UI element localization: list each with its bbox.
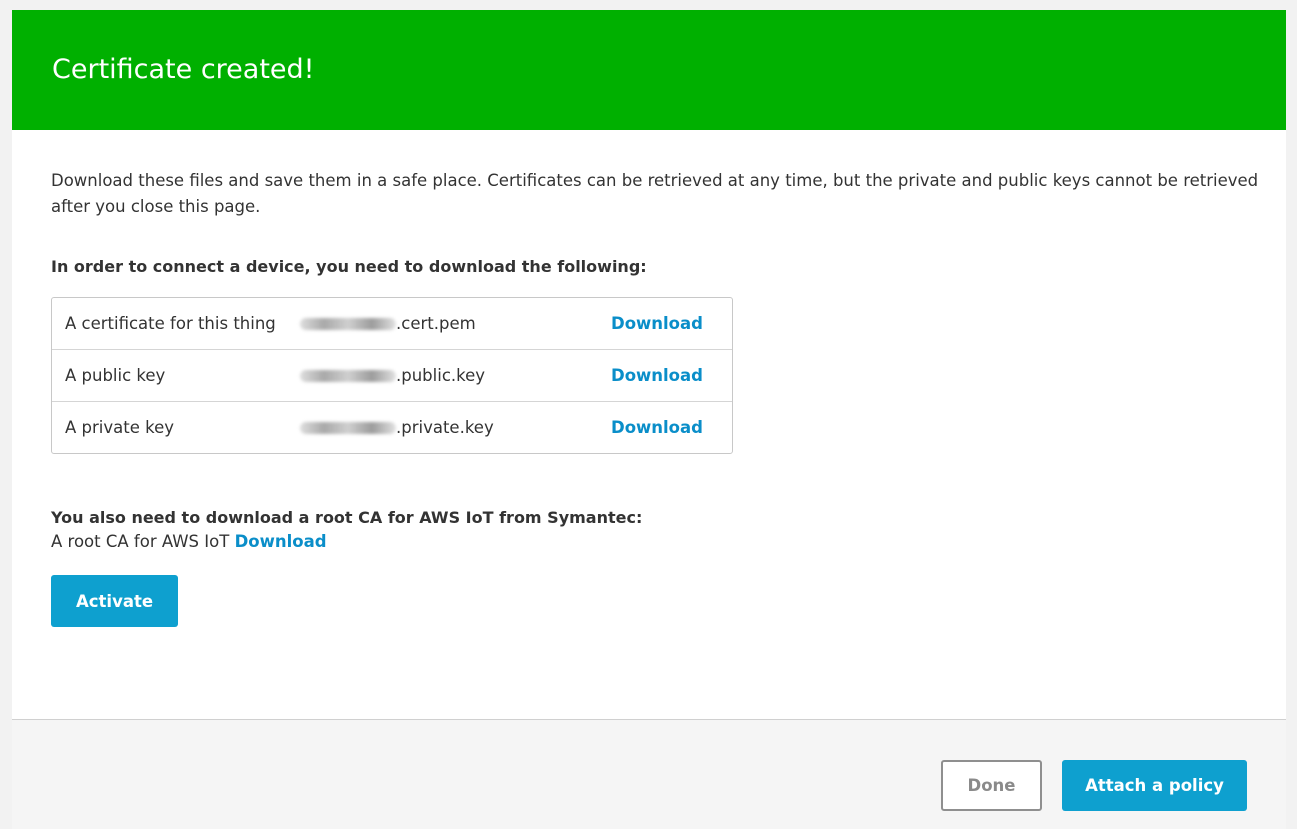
activate-button[interactable]: Activate <box>51 575 178 627</box>
table-row: A certificate for this thing .cert.pem D… <box>52 298 732 349</box>
done-button[interactable]: Done <box>941 760 1042 811</box>
intro-text: Download these files and save them in a … <box>51 171 1259 216</box>
root-ca-line: A root CA for AWS IoT Download <box>51 531 327 553</box>
table-row: A public key .public.key Download <box>52 349 732 401</box>
card-body: Download these files and save them in a … <box>12 130 1286 719</box>
file-suffix: .cert.pem <box>396 314 476 333</box>
footer-bar: Done Attach a policy <box>12 719 1286 829</box>
file-name: .public.key <box>300 366 611 385</box>
download-root-ca-link[interactable]: Download <box>235 532 327 551</box>
success-banner: Certificate created! <box>12 10 1286 130</box>
redacted-filename <box>300 421 396 434</box>
page-title: Certificate created! <box>52 54 315 85</box>
redacted-filename <box>300 369 396 382</box>
file-name: .cert.pem <box>300 314 611 333</box>
file-description: A private key <box>65 418 174 437</box>
root-ca-section-title: You also need to download a root CA for … <box>51 508 643 527</box>
file-description: A public key <box>65 366 166 385</box>
download-certificate-link[interactable]: Download <box>611 314 703 333</box>
file-description: A certificate for this thing <box>65 314 276 333</box>
file-suffix: .public.key <box>396 366 486 385</box>
download-private-key-link[interactable]: Download <box>611 418 703 437</box>
certificate-card: Certificate created! Download these file… <box>12 10 1286 829</box>
file-suffix: .private.key <box>396 418 494 437</box>
table-row: A private key .private.key Download <box>52 401 732 453</box>
redacted-filename <box>300 317 396 330</box>
attach-policy-button[interactable]: Attach a policy <box>1062 760 1247 811</box>
root-ca-label: A root CA for AWS IoT <box>51 532 230 551</box>
files-table: A certificate for this thing .cert.pem D… <box>51 297 733 454</box>
file-name: .private.key <box>300 418 611 437</box>
download-public-key-link[interactable]: Download <box>611 366 703 385</box>
files-section-title: In order to connect a device, you need t… <box>51 257 647 276</box>
